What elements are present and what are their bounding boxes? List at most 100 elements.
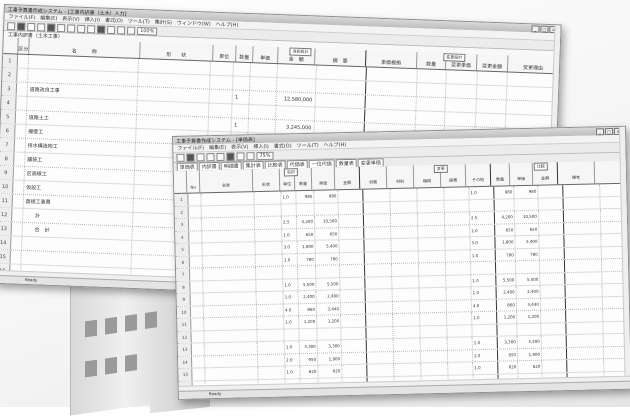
table-cell[interactable] xyxy=(367,352,394,364)
table-cell[interactable] xyxy=(476,85,507,99)
table-cell[interactable] xyxy=(315,203,339,215)
table-cell[interactable] xyxy=(189,218,202,230)
table-cell[interactable] xyxy=(342,352,367,364)
menu-item[interactable]: 挿入(I) xyxy=(253,143,269,150)
open-file-icon[interactable] xyxy=(17,22,25,30)
table-cell[interactable] xyxy=(517,323,541,335)
chart-icon[interactable] xyxy=(127,26,135,34)
table-cell[interactable] xyxy=(421,350,448,362)
table-cell[interactable] xyxy=(563,184,600,196)
table-cell[interactable]: 1.0 xyxy=(473,337,498,349)
table-cell[interactable]: 1.0 xyxy=(473,362,498,374)
table-cell[interactable] xyxy=(417,188,444,200)
table-cell[interactable] xyxy=(338,190,363,202)
table-cell[interactable]: 980 xyxy=(314,190,338,202)
table-cell[interactable] xyxy=(317,328,341,340)
paste-icon[interactable] xyxy=(67,24,75,32)
table-cell[interactable] xyxy=(341,315,366,327)
table-cell[interactable] xyxy=(447,287,472,299)
table-cell[interactable] xyxy=(137,115,210,131)
table-cell[interactable]: 1 xyxy=(232,118,249,132)
table-cell[interactable] xyxy=(367,67,418,82)
table-cell[interactable] xyxy=(445,212,470,224)
table-cell[interactable] xyxy=(445,237,470,249)
table-cell[interactable] xyxy=(283,266,298,278)
table-cell[interactable]: 1.0 xyxy=(282,229,297,241)
table-cell[interactable] xyxy=(540,273,565,285)
table-cell[interactable]: 1.0 xyxy=(285,341,300,353)
table-cell[interactable]: 780 xyxy=(496,249,516,261)
maximize-button[interactable]: □ xyxy=(605,127,613,134)
menu-item[interactable]: 表示(V) xyxy=(231,143,248,150)
table-cell[interactable]: 620 xyxy=(318,365,342,377)
table-cell[interactable] xyxy=(421,338,448,350)
table-cell[interactable] xyxy=(340,252,365,264)
table-cell[interactable]: 950 xyxy=(498,349,518,361)
table-cell[interactable] xyxy=(364,214,391,226)
table-cell[interactable] xyxy=(284,329,299,341)
table-cell[interactable] xyxy=(391,201,418,213)
table-cell[interactable] xyxy=(204,305,257,318)
table-cell[interactable] xyxy=(539,198,564,210)
table-cell[interactable] xyxy=(417,69,446,83)
table-cell[interactable] xyxy=(365,252,392,264)
table-cell[interactable] xyxy=(201,192,254,205)
table-cell[interactable] xyxy=(507,87,558,102)
table-cell[interactable] xyxy=(393,288,420,300)
table-cell[interactable]: 1.0 xyxy=(283,279,298,291)
undo-icon[interactable] xyxy=(236,152,244,160)
spreadsheet-window-detail[interactable]: 工事予算書作成システム - [単価表] _ □ × ファイル(F)編集(E)表示… xyxy=(172,126,630,400)
table-cell[interactable]: 1.0 xyxy=(285,366,300,378)
table-cell[interactable]: 1 xyxy=(233,90,250,104)
table-cell[interactable] xyxy=(192,343,205,355)
table-cell[interactable] xyxy=(138,87,211,103)
table-cell[interactable] xyxy=(418,225,445,237)
table-cell[interactable] xyxy=(258,366,285,378)
menu-item[interactable]: ファイル(F) xyxy=(177,144,204,152)
table-cell[interactable] xyxy=(250,77,277,91)
table-cell[interactable] xyxy=(366,314,393,326)
table-cell[interactable] xyxy=(539,235,564,247)
table-cell[interactable]: 780 xyxy=(298,253,316,265)
table-cell[interactable] xyxy=(540,260,565,272)
save-icon[interactable] xyxy=(27,22,35,30)
table-cell[interactable] xyxy=(191,306,204,318)
redo-icon[interactable] xyxy=(87,25,95,33)
table-cell[interactable]: 3.0 xyxy=(282,241,297,253)
table-cell[interactable] xyxy=(138,73,211,89)
table-cell[interactable] xyxy=(205,355,258,368)
save-icon[interactable] xyxy=(196,153,204,161)
table-cell[interactable]: 1.0 xyxy=(471,274,496,286)
menu-item[interactable]: ウィンドウ(W) xyxy=(177,19,211,27)
table-cell[interactable] xyxy=(419,250,446,262)
table-cell[interactable] xyxy=(394,351,421,363)
table-cell[interactable] xyxy=(255,217,282,229)
table-cell[interactable] xyxy=(202,205,255,218)
table-cell[interactable] xyxy=(365,264,392,276)
table-cell[interactable] xyxy=(315,93,366,108)
filter-icon[interactable] xyxy=(117,26,125,34)
table-cell[interactable] xyxy=(233,76,250,90)
table-cell[interactable] xyxy=(202,242,255,255)
table-cell[interactable] xyxy=(364,202,391,214)
menu-item[interactable]: 編集(E) xyxy=(209,144,226,151)
table-cell[interactable]: 1.0 xyxy=(284,291,299,303)
table-cell[interactable] xyxy=(496,261,516,273)
table-cell[interactable] xyxy=(446,275,471,287)
table-cell[interactable]: 980 xyxy=(514,186,538,198)
table-cell[interactable] xyxy=(366,327,393,339)
table-cell[interactable] xyxy=(189,206,202,218)
table-cell[interactable] xyxy=(15,125,26,138)
table-cell[interactable]: 980 xyxy=(494,186,514,198)
table-cell[interactable] xyxy=(255,229,282,241)
table-cell[interactable] xyxy=(10,250,21,263)
table-cell[interactable]: 5,400 xyxy=(515,236,539,248)
menu-item[interactable]: ヘルプ(H) xyxy=(324,141,347,149)
table-cell[interactable]: 1.0 xyxy=(283,254,298,266)
table-cell[interactable] xyxy=(445,112,476,126)
maximize-button[interactable]: □ xyxy=(540,25,548,32)
table-cell[interactable] xyxy=(342,340,367,352)
table-cell[interactable] xyxy=(191,293,204,305)
table-cell[interactable]: 3,300 xyxy=(300,341,318,353)
menu-item[interactable]: ヘルプ(H) xyxy=(216,21,239,29)
